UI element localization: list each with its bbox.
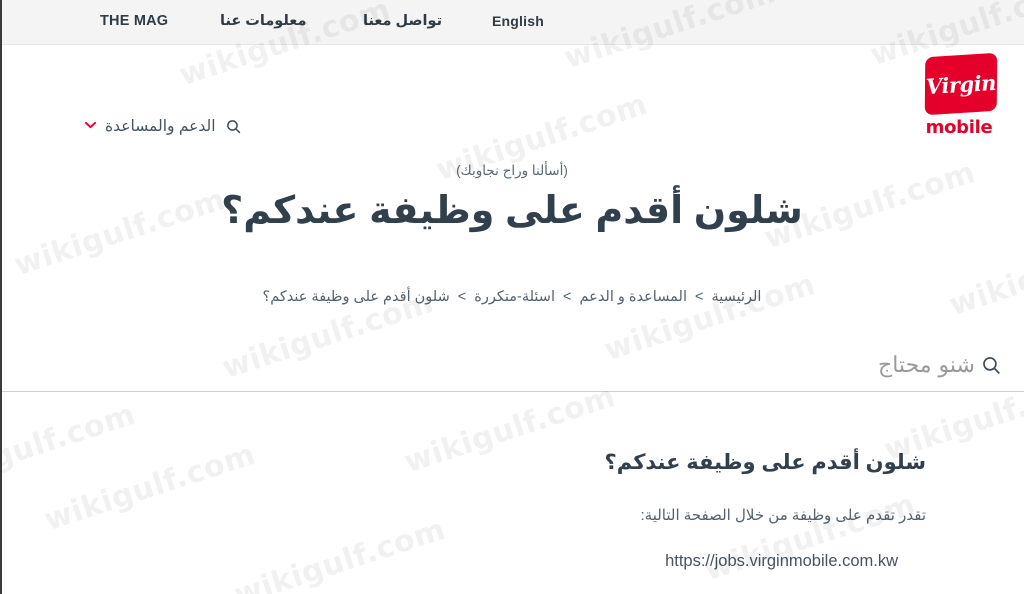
- search-input[interactable]: [20, 352, 975, 378]
- search-bar: [0, 340, 1024, 392]
- support-navigation: الدعم والمساعدة: [85, 117, 242, 136]
- nav-about-us[interactable]: معلومات عنا: [220, 13, 306, 29]
- breadcrumb-separator: >: [695, 288, 704, 305]
- breadcrumb-item-home[interactable]: الرئيسية: [712, 289, 762, 305]
- support-menu-label[interactable]: الدعم والمساعدة: [105, 117, 216, 136]
- faq-content: شلون أقدم على وظيفة عندكم؟ تقدر تقدم على…: [0, 450, 1024, 572]
- page-title: شلون أقدم على وظيفة عندكم؟: [221, 190, 803, 232]
- search-icon[interactable]: [981, 355, 1002, 376]
- faq-answer-text: تقدر تقدم على وظيفة من خلال الصفحة التال…: [640, 506, 926, 524]
- breadcrumb: الرئيسية > المساعدة و الدعم > اسئلة-متكر…: [0, 289, 1024, 305]
- hero-subtitle: (أسألنا وراح نجاوبك): [456, 163, 568, 178]
- hero-section: (أسألنا وراح نجاوبك) شلون أقدم على وظيفة…: [0, 145, 1024, 236]
- nav-contact-us[interactable]: تواصل معنا: [363, 13, 442, 29]
- virgin-logo-word: mobile: [925, 117, 993, 138]
- virgin-logo-mark: Virgin: [924, 52, 998, 116]
- site-header-row: Virgin mobile الدعم والمساعدة: [0, 45, 1024, 145]
- top-navigation-items: THE MAG معلومات عنا تواصل معنا English: [0, 0, 1024, 44]
- search-icon[interactable]: [225, 118, 242, 135]
- virgin-logo-script-text: Virgin: [925, 69, 997, 99]
- virgin-mobile-logo[interactable]: Virgin mobile: [921, 52, 998, 138]
- breadcrumb-item-faq[interactable]: اسئلة-متكررة: [474, 289, 555, 305]
- breadcrumb-item-support[interactable]: المساعدة و الدعم: [580, 289, 687, 305]
- nav-the-mag[interactable]: THE MAG: [100, 13, 168, 29]
- nav-english[interactable]: English: [492, 13, 544, 29]
- faq-question-title: شلون أقدم على وظيفة عندكم؟: [604, 450, 926, 474]
- chevron-down-icon[interactable]: [85, 121, 96, 132]
- breadcrumb-item-current: شلون أقدم على وظيفة عندكم؟: [262, 288, 450, 305]
- top-navigation-bar: THE MAG معلومات عنا تواصل معنا English: [0, 0, 1024, 45]
- watermark-text: wikigulf.com: [944, 221, 1024, 324]
- jobs-portal-link[interactable]: https://jobs.virginmobile.com.kw: [0, 552, 898, 571]
- breadcrumb-separator: >: [457, 288, 467, 305]
- viewport-edge-line: [0, 0, 2, 594]
- breadcrumb-separator: >: [563, 288, 572, 305]
